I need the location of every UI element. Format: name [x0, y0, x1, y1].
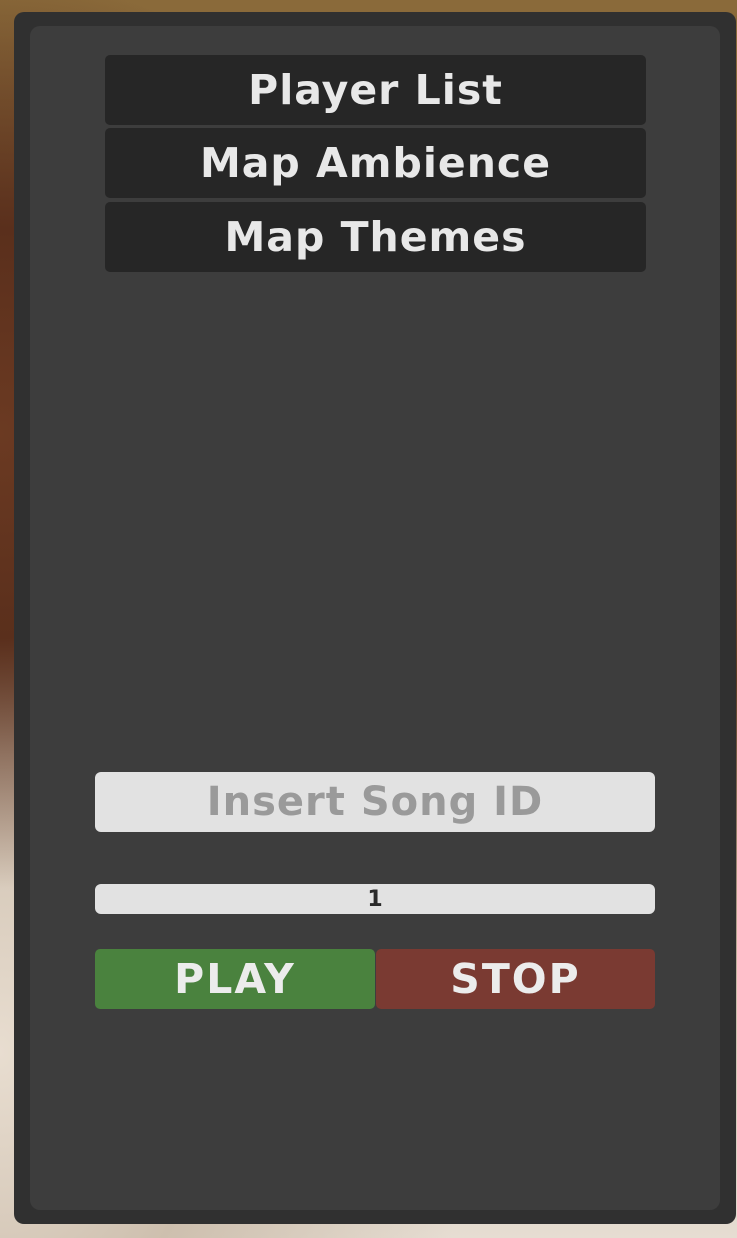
- map-themes-button[interactable]: Map Themes: [105, 202, 646, 272]
- stop-button[interactable]: STOP: [376, 949, 655, 1009]
- song-id-input[interactable]: [95, 772, 655, 832]
- map-ambience-button[interactable]: Map Ambience: [105, 128, 646, 198]
- player-list-button[interactable]: Player List: [105, 55, 646, 125]
- play-button[interactable]: PLAY: [95, 949, 375, 1009]
- volume-field[interactable]: 1: [95, 884, 655, 914]
